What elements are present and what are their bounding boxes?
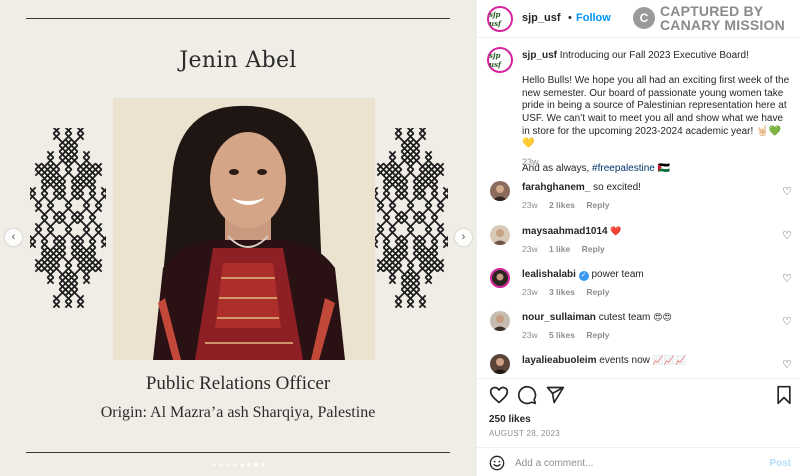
post-header: sjp usf sjp_usf • Follow C CAPTURED BY C… bbox=[477, 0, 800, 38]
comment-text: so excited! bbox=[593, 182, 641, 193]
post-sidebar: sjp usf sjp_usf • Follow C CAPTURED BY C… bbox=[476, 0, 800, 476]
commenter-avatar[interactable] bbox=[490, 311, 510, 331]
reply-button[interactable]: Reply bbox=[586, 330, 609, 340]
member-role: Public Relations Officer bbox=[145, 373, 331, 394]
caption-avatar[interactable]: sjp usf bbox=[487, 47, 513, 73]
post-image: Jenin Abel Public Relations Officer Orig… bbox=[0, 0, 476, 476]
member-photo bbox=[113, 98, 375, 360]
verified-icon: ✓ bbox=[578, 271, 589, 281]
top-divider bbox=[26, 18, 450, 19]
carousel-dot[interactable] bbox=[260, 463, 265, 467]
commenter-avatar[interactable] bbox=[490, 225, 510, 245]
commenter-avatar[interactable] bbox=[490, 268, 510, 288]
post-date: AUGUST 28, 2023 bbox=[489, 429, 561, 438]
heart-icon[interactable]: ♡ bbox=[782, 315, 792, 328]
smile-icon[interactable] bbox=[489, 455, 505, 471]
chevron-right-icon[interactable]: › bbox=[455, 229, 472, 246]
post-actions: 250 likes AUGUST 28, 2023 Post bbox=[477, 378, 800, 476]
comment-row: farahghanem_ so excited! 23w 2 likes Rep… bbox=[477, 179, 800, 219]
member-origin: Origin: Al Mazra’a ash Sharqiya, Palesti… bbox=[100, 404, 376, 421]
comment-username[interactable]: lealishalabi bbox=[522, 269, 576, 280]
watermark-badge: C bbox=[633, 7, 655, 29]
carousel-dot[interactable] bbox=[232, 463, 237, 467]
post-comment-button[interactable]: Post bbox=[769, 458, 791, 469]
comment-time: 23w bbox=[522, 244, 538, 254]
add-comment-bar: Post bbox=[477, 447, 800, 476]
tatreez-pattern-left bbox=[30, 128, 106, 308]
carousel-dot[interactable] bbox=[211, 463, 216, 467]
reply-button[interactable]: Reply bbox=[586, 200, 609, 210]
comment-emoji: ❤️ bbox=[610, 226, 622, 236]
bottom-divider bbox=[26, 452, 450, 453]
account-avatar[interactable]: sjp usf bbox=[487, 6, 513, 32]
comment-text: events now bbox=[599, 355, 650, 366]
comment-text: cutest team bbox=[598, 312, 651, 323]
caption-body: Hello Bulls! We hope you all had an exci… bbox=[522, 75, 790, 150]
heart-icon[interactable]: ♡ bbox=[782, 358, 792, 371]
bookmark-icon[interactable] bbox=[775, 385, 793, 405]
member-name: Jenin Abel bbox=[179, 48, 297, 73]
comment-time: 23w bbox=[522, 200, 538, 210]
comment-emoji: 😍😍 bbox=[653, 312, 672, 322]
heart-icon[interactable] bbox=[489, 385, 509, 405]
comment-input[interactable] bbox=[515, 454, 755, 472]
hashtag-link[interactable]: #freepalestine bbox=[592, 163, 655, 174]
carousel-dots bbox=[0, 463, 476, 467]
caption-intro: Introducing our Fall 2023 Executive Boar… bbox=[559, 50, 749, 61]
carousel-dot[interactable] bbox=[218, 463, 223, 467]
caption-username[interactable]: sjp_usf bbox=[522, 50, 557, 61]
commenter-avatar[interactable] bbox=[490, 181, 510, 201]
comment-icon[interactable] bbox=[517, 385, 537, 405]
comment-likes[interactable]: 2 likes bbox=[549, 200, 575, 210]
carousel-dot[interactable] bbox=[246, 463, 251, 467]
heart-icon[interactable]: ♡ bbox=[782, 185, 792, 198]
comments-list: sjp usf sjp_usf Introducing our Fall 202… bbox=[477, 38, 800, 378]
comment-time: 23w bbox=[522, 330, 538, 340]
watermark-line1: CAPTURED BY bbox=[660, 3, 764, 19]
heart-icon[interactable]: ♡ bbox=[782, 229, 792, 242]
comment-likes[interactable]: 5 likes bbox=[549, 330, 575, 340]
comment-row: lealishalabi ✓ power team 23w 3 likes Re… bbox=[477, 266, 800, 306]
reply-button[interactable]: Reply bbox=[582, 244, 605, 254]
comment-time: 23w bbox=[522, 287, 538, 297]
share-icon[interactable] bbox=[545, 385, 565, 405]
heart-icon[interactable]: ♡ bbox=[782, 272, 792, 285]
commenter-avatar[interactable] bbox=[490, 354, 510, 374]
comment-likes[interactable]: 1 like bbox=[549, 244, 570, 254]
comment-text: power team bbox=[591, 269, 644, 280]
follow-button[interactable]: Follow bbox=[576, 12, 611, 24]
caption-time: 23w bbox=[522, 157, 539, 167]
watermark-line2: CANARY MISSION bbox=[660, 17, 785, 33]
comment-emoji: 📈📈📈 bbox=[652, 355, 687, 365]
account-username[interactable]: sjp_usf bbox=[522, 12, 561, 24]
flag-emoji: 🇵🇸 bbox=[657, 163, 671, 175]
comment-row: maysaahmad1014 ❤️ 23w 1 like Reply ♡ bbox=[477, 223, 800, 263]
carousel-dot[interactable] bbox=[239, 463, 244, 467]
comment-username[interactable]: nour_sullaiman bbox=[522, 312, 596, 323]
comment-likes[interactable]: 3 likes bbox=[549, 287, 575, 297]
canary-mission-watermark: C CAPTURED BY CANARY MISSION bbox=[633, 4, 785, 32]
comment-username[interactable]: farahghanem_ bbox=[522, 182, 590, 193]
likes-count[interactable]: 250 likes bbox=[489, 414, 531, 425]
tatreez-pattern-right bbox=[372, 128, 448, 308]
chevron-left-icon[interactable]: ‹ bbox=[5, 229, 22, 246]
comment-username[interactable]: maysaahmad1014 bbox=[522, 226, 608, 237]
comment-row: nour_sullaiman cutest team 😍😍 23w 5 like… bbox=[477, 309, 800, 349]
reply-button[interactable]: Reply bbox=[586, 287, 609, 297]
comment-username[interactable]: layalieabuoleim bbox=[522, 355, 596, 366]
comment-row: layalieabuoleim events now 📈📈📈 ♡ bbox=[477, 352, 800, 378]
carousel-dot[interactable] bbox=[225, 463, 230, 467]
carousel-dot[interactable] bbox=[253, 463, 258, 467]
header-separator: • bbox=[568, 12, 572, 24]
